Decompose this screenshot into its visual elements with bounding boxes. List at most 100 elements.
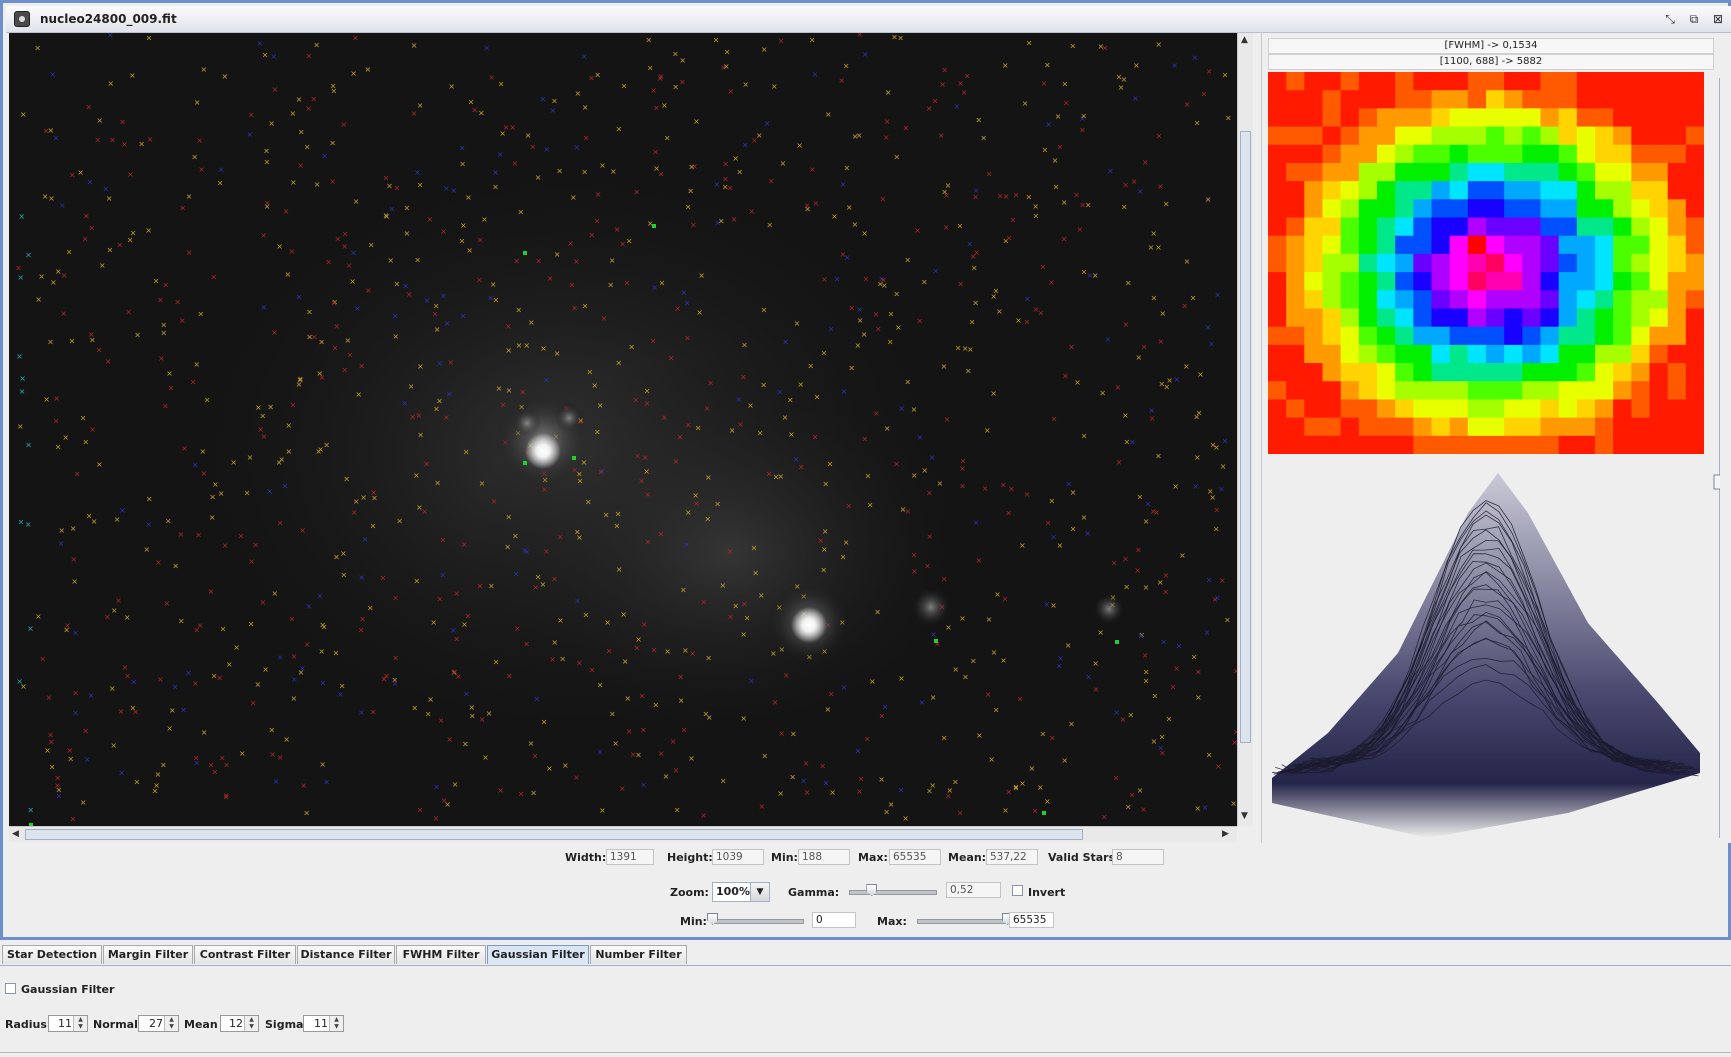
star-marker: ×: [789, 773, 796, 782]
tab-star-detection[interactable]: Star Detection: [2, 945, 102, 964]
max-level-field[interactable]: 65535: [1009, 912, 1054, 928]
heatmap-cell: [1431, 199, 1451, 219]
star-marker: ×: [305, 52, 312, 61]
normal-spinner[interactable]: 27 ▲ ▼: [138, 1015, 179, 1032]
gamma-slider-track[interactable]: [849, 890, 937, 895]
tab-gaussian-filter[interactable]: Gaussian Filter: [487, 945, 589, 964]
star-marker: ×: [597, 748, 604, 757]
star-marker: ×: [614, 521, 621, 530]
heatmap-cell: [1576, 381, 1596, 401]
scroll-right-icon[interactable]: ▶: [1222, 829, 1229, 839]
star-marker: ×: [106, 194, 113, 203]
heatmap-cell: [1540, 253, 1560, 273]
heatmap-cell: [1504, 162, 1523, 182]
max-level-slider-track[interactable]: [917, 919, 1009, 924]
star-marker: ×: [644, 490, 651, 499]
star-marker: ×: [776, 387, 783, 396]
normal-label: Normal: [93, 1018, 138, 1031]
star-marker: ×: [218, 165, 225, 174]
image-viewport[interactable]: × × × × × × × × × × × × × × × × × × × × × × × × × × × × × × × × × × × × × × × ×…: [9, 33, 1237, 826]
star-marker: ×: [556, 167, 563, 176]
scroll-left-icon[interactable]: ◀: [12, 829, 19, 839]
horizontal-scrollbar[interactable]: ◀ ▶: [9, 826, 1237, 842]
gaussian-filter-checkbox[interactable]: [5, 983, 16, 994]
star-marker: ×: [1158, 379, 1165, 388]
vertical-scroll-thumb[interactable]: [1240, 131, 1251, 743]
heatmap-cell: [1576, 326, 1596, 346]
min-level-field[interactable]: 0: [812, 912, 856, 928]
star-marker: ×: [60, 309, 67, 318]
heatmap-cell: [1522, 235, 1542, 255]
spinner-arrows-icon[interactable]: ▲ ▼: [73, 1016, 87, 1031]
vertical-scrollbar[interactable]: ▲ ▼: [1237, 33, 1253, 826]
spinner-arrows-icon[interactable]: ▲ ▼: [329, 1016, 343, 1031]
tab-fwhm-filter[interactable]: FWHM Filter: [396, 945, 486, 964]
tab-margin-filter[interactable]: Margin Filter: [103, 945, 193, 964]
star-marker: ×: [752, 569, 759, 578]
star-marker: ×: [742, 141, 749, 150]
restore-icon[interactable]: ⤡: [1662, 11, 1678, 27]
heatmap-cell: [1504, 108, 1523, 128]
tab-contrast-filter[interactable]: Contrast Filter: [194, 945, 296, 964]
star-marker: ×: [644, 399, 651, 408]
star-marker: ×: [938, 131, 945, 140]
star-marker: ×: [88, 223, 95, 232]
star-marker: ×: [1057, 142, 1064, 151]
invert-checkbox[interactable]: [1012, 885, 1023, 896]
profile-slider[interactable]: [1712, 78, 1720, 858]
tab-number-filter[interactable]: Number Filter: [590, 945, 687, 964]
spinner-arrows-icon[interactable]: ▲ ▼: [244, 1016, 258, 1031]
horizontal-scroll-thumb[interactable]: [25, 829, 1083, 840]
heatmap-cell: [1504, 126, 1523, 146]
heatmap-cell: [1613, 217, 1632, 237]
maximize-icon[interactable]: ⧉: [1686, 11, 1702, 27]
min-level-slider-track[interactable]: [712, 919, 804, 924]
star-field-image[interactable]: × × × × × × × × × × × × × × × × × × × × × × × × × × × × × × × × × × × × × × × ×…: [9, 33, 1237, 826]
star-marker: ×: [911, 567, 918, 576]
star-marker: ×: [727, 547, 734, 556]
star-marker: ×: [360, 493, 367, 502]
star-marker: ×: [125, 307, 132, 316]
close-icon[interactable]: ⊠: [1710, 11, 1726, 27]
heatmap-cell: [1322, 199, 1342, 219]
star-marker: ×: [285, 421, 292, 430]
star-marker: ×: [926, 104, 933, 113]
star-marker: ×: [970, 657, 977, 666]
star-marker: ×: [772, 698, 779, 707]
heatmap-cell: [1449, 381, 1469, 401]
star-marker: ×: [49, 70, 56, 79]
spinner-arrows-icon[interactable]: ▲ ▼: [164, 1016, 178, 1031]
sigma-spinner[interactable]: 11 ▲ ▼: [303, 1015, 344, 1032]
scroll-down-icon[interactable]: ▼: [1241, 811, 1248, 821]
star-marker: ×: [105, 357, 112, 366]
star-marker: ×: [282, 481, 289, 490]
heatmap-cell: [1540, 181, 1560, 200]
star-marker: ×: [959, 482, 966, 491]
star-marker: ×: [209, 513, 216, 522]
star-marker: ×: [926, 489, 933, 498]
heatmap-cell: [1413, 144, 1433, 164]
star-marker: ×: [718, 217, 725, 226]
star-marker: ×: [975, 116, 982, 125]
radius-spinner[interactable]: 11 ▲ ▼: [48, 1015, 88, 1032]
star-marker: ×: [514, 624, 521, 633]
mean-spinner[interactable]: 12 ▲ ▼: [220, 1015, 259, 1032]
star-marker: ×: [122, 663, 129, 672]
star-marker: ×: [1049, 733, 1056, 742]
heatmap-cell: [1522, 253, 1542, 273]
tab-distance-filter[interactable]: Distance Filter: [297, 945, 395, 964]
star-marker: ×: [1079, 126, 1086, 135]
star-marker: ×: [66, 247, 73, 256]
star-marker: ×: [1044, 61, 1051, 70]
gamma-field[interactable]: 0,52: [946, 882, 1001, 898]
zoom-select[interactable]: 100% ▼: [712, 882, 770, 902]
dropdown-arrow-icon[interactable]: ▼: [750, 883, 769, 901]
heatmap-cell: [1667, 235, 1687, 255]
star-marker: ×: [446, 390, 453, 399]
heatmap-cell: [1304, 253, 1324, 273]
star-marker: ×: [747, 401, 754, 410]
scroll-up-icon[interactable]: ▲: [1241, 35, 1248, 45]
star-marker: ×: [1206, 67, 1213, 76]
title-bar[interactable]: nucleo24800_009.fit ⤡ ⧉ ⊠: [6, 6, 1731, 33]
heatmap-cell: [1395, 162, 1414, 182]
